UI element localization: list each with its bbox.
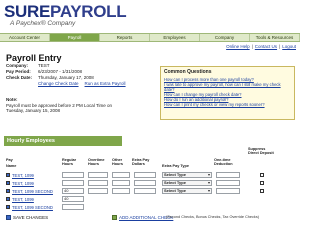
page-footer-actions: SAVE CHANGES ADD ADDITIONAL CHECK (Secon… bbox=[0, 214, 300, 223]
col-header-other: Other Hours bbox=[112, 158, 123, 167]
check-date-label: Check Date: bbox=[6, 75, 33, 80]
question-link[interactable]: I was late to approve my payroll, how ca… bbox=[164, 82, 291, 92]
col-header-overtime: Overtime Hours bbox=[88, 158, 105, 167]
tab-payroll[interactable]: Payroll bbox=[50, 34, 100, 41]
save-changes-button[interactable]: SAVE CHANGES bbox=[13, 215, 48, 220]
employee-name-link[interactable]: TEST, 1099 bbox=[12, 197, 34, 202]
extra-pay-type-select[interactable]: Select Type bbox=[162, 180, 212, 186]
add-check-icon[interactable] bbox=[112, 215, 117, 220]
other-hours-input[interactable] bbox=[112, 180, 130, 186]
logout-link[interactable]: Logout bbox=[282, 44, 296, 49]
brand-name-part1: SURE bbox=[4, 2, 51, 21]
one-time-deduction-input[interactable] bbox=[216, 172, 240, 178]
col-header-pay: Pay bbox=[6, 158, 13, 162]
extra-pay-type-select[interactable]: Select Type bbox=[162, 172, 212, 178]
table-row: TEST, 1099 SECOND 40 Select Type bbox=[0, 188, 292, 195]
link-separator: | bbox=[251, 44, 253, 49]
pay-checkbox[interactable] bbox=[6, 197, 10, 201]
regular-hours-input[interactable]: 40 bbox=[62, 188, 84, 194]
pay-checkbox[interactable] bbox=[6, 189, 10, 193]
employee-name-link[interactable]: TEST, 1099 SECOND bbox=[12, 189, 53, 194]
save-icon[interactable] bbox=[6, 215, 11, 220]
other-hours-input[interactable] bbox=[112, 188, 130, 194]
tab-account-center[interactable]: Account Center bbox=[0, 34, 50, 41]
section-header: Hourly Employees bbox=[4, 136, 122, 146]
tab-reports[interactable]: Reports bbox=[100, 34, 150, 41]
common-questions-panel: Common Questions How can I process more … bbox=[160, 66, 295, 120]
main-nav: Account Center Payroll Reports Employees… bbox=[0, 33, 300, 42]
extra-pay-input[interactable] bbox=[134, 180, 156, 186]
col-header-regular: Regular Hours bbox=[62, 158, 77, 167]
table-row: TEST, 1099 Select Type bbox=[0, 172, 292, 179]
brand-tagline: A Paychex® Company bbox=[10, 20, 76, 27]
tab-tools-resources[interactable]: Tools & Resources bbox=[250, 34, 300, 41]
employee-name-link[interactable]: TEST, 1099 SECOND bbox=[12, 205, 53, 210]
one-time-deduction-input[interactable] bbox=[216, 188, 240, 194]
link-separator: | bbox=[279, 44, 281, 49]
overtime-hours-input[interactable] bbox=[88, 172, 108, 178]
employee-name-link[interactable]: TEST, 1099 bbox=[12, 181, 34, 186]
pay-checkbox[interactable] bbox=[6, 173, 10, 177]
tab-employees[interactable]: Employees bbox=[150, 34, 200, 41]
suppress-deposit-checkbox[interactable] bbox=[260, 173, 264, 177]
run-extra-payroll-link[interactable]: Run as Extra Payroll bbox=[85, 81, 126, 87]
extra-pay-type-select[interactable]: Select Type bbox=[162, 188, 212, 194]
payroll-info: Company: TEST Pay Period: 6/23/2007 - 1/… bbox=[6, 63, 126, 87]
table-row: TEST, 1099 Select Type bbox=[0, 180, 292, 187]
col-header-one-time: One-time Deduction bbox=[214, 158, 233, 167]
overtime-hours-input[interactable] bbox=[88, 180, 108, 186]
regular-hours-input[interactable] bbox=[62, 180, 84, 186]
note-text: Payroll must be approved before 2 PM Loc… bbox=[6, 102, 113, 114]
online-help-link[interactable]: Online Help bbox=[226, 44, 250, 49]
col-header-extra-pay: Extra Pay Dollars bbox=[132, 158, 150, 167]
brand-logo: SUREPAYROLL A Paychex® Company bbox=[4, 2, 127, 29]
common-questions-title: Common Questions bbox=[164, 69, 212, 75]
regular-hours-input[interactable] bbox=[62, 204, 84, 210]
add-check-note: (Second Checks, Bonus Checks, Tax Overri… bbox=[166, 214, 259, 219]
other-hours-input[interactable] bbox=[112, 172, 130, 178]
regular-hours-input[interactable] bbox=[62, 172, 84, 178]
pay-checkbox[interactable] bbox=[6, 181, 10, 185]
utility-links: Online Help | Contact Us | Logout bbox=[226, 44, 296, 49]
extra-pay-input[interactable] bbox=[134, 172, 156, 178]
change-check-date-link[interactable]: Change Check Date bbox=[38, 81, 79, 87]
contact-us-link[interactable]: Contact Us bbox=[255, 44, 277, 49]
question-link[interactable]: How can I print my checks or view my rep… bbox=[164, 102, 291, 107]
extra-pay-input[interactable] bbox=[134, 188, 156, 194]
employee-name-link[interactable]: TEST, 1099 bbox=[12, 173, 34, 178]
pay-checkbox[interactable] bbox=[6, 205, 10, 209]
overtime-hours-input[interactable] bbox=[88, 188, 108, 194]
brand-name-part2: PAYROLL bbox=[50, 2, 127, 21]
regular-hours-input[interactable]: 40 bbox=[62, 196, 84, 202]
approval-note: Note: Payroll must be approved before 2 … bbox=[6, 97, 126, 114]
tab-company[interactable]: Company bbox=[200, 34, 250, 41]
suppress-deposit-checkbox[interactable] bbox=[260, 181, 264, 185]
page-title: Payroll Entry bbox=[6, 53, 62, 63]
col-header-extra-type: Extra Pay Type bbox=[162, 164, 189, 168]
col-header-suppress: Suppress Direct Deposit bbox=[248, 147, 274, 156]
col-header-name: Name bbox=[6, 164, 17, 168]
suppress-deposit-checkbox[interactable] bbox=[260, 189, 264, 193]
table-row: TEST, 1099 SECOND bbox=[0, 204, 292, 211]
one-time-deduction-input[interactable] bbox=[216, 180, 240, 186]
table-row: TEST, 1099 40 bbox=[0, 196, 292, 203]
